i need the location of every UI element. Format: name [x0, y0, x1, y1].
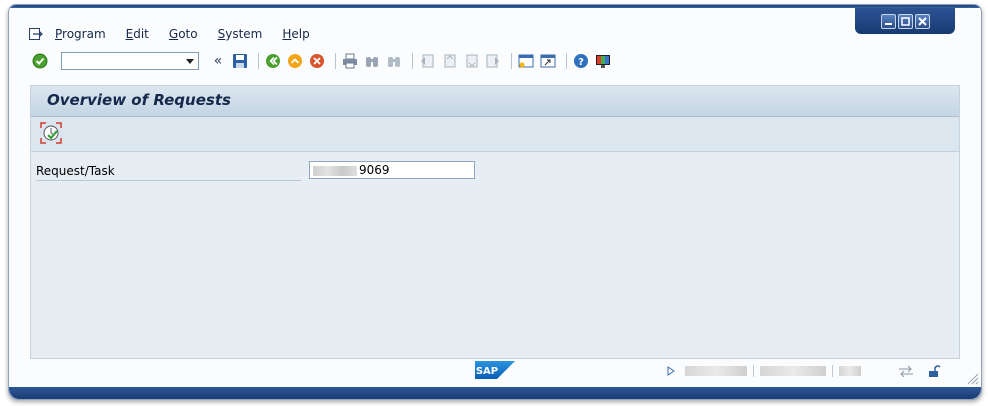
checkmark-icon — [32, 53, 48, 69]
menu-edit[interactable]: Edit — [126, 27, 149, 41]
sap-logo: SAP — [475, 361, 515, 379]
save-icon — [233, 54, 247, 68]
insert-mode-icon[interactable] — [897, 365, 915, 377]
unlock-icon[interactable] — [927, 364, 941, 378]
last-page-icon — [486, 54, 499, 68]
toolbar-separator — [566, 53, 567, 69]
svg-text:SAP: SAP — [476, 366, 498, 377]
next-page-icon — [466, 54, 478, 68]
new-window-icon — [518, 54, 534, 68]
help-icon: ? — [574, 54, 588, 68]
window-top-border — [9, 5, 981, 8]
close-icon — [917, 16, 927, 26]
exit-button[interactable] — [286, 52, 304, 70]
first-page-button[interactable] — [418, 52, 436, 70]
execute-icon — [40, 122, 62, 144]
back-icon — [266, 54, 280, 68]
window-controls — [855, 8, 955, 34]
svg-text:?: ? — [578, 57, 584, 68]
window-bottom-border — [9, 387, 981, 399]
menu-help[interactable]: Help — [282, 27, 309, 41]
sap-gui-window: Program Edit Goto System Help « ? Overvi… — [8, 4, 982, 400]
status-separator — [753, 365, 754, 377]
menu-system[interactable]: System — [218, 27, 263, 41]
toolbar-separator — [258, 53, 259, 69]
title-bar: Overview of Requests — [31, 86, 959, 117]
save-button[interactable] — [231, 52, 249, 70]
create-session-button[interactable] — [517, 52, 535, 70]
resize-grip-icon[interactable] — [965, 371, 979, 385]
binoculars-plus-icon — [388, 57, 400, 67]
menu-bar: Program Edit Goto System Help — [29, 23, 330, 45]
request-task-label: Request/Task — [36, 162, 301, 181]
next-page-button[interactable] — [462, 52, 480, 70]
find-next-button[interactable] — [385, 52, 403, 70]
shortcut-icon — [540, 54, 556, 68]
toolbar-separator — [412, 53, 413, 69]
menu-goto[interactable]: Goto — [169, 27, 198, 41]
print-icon — [343, 53, 357, 69]
request-task-value: 9069 — [359, 163, 390, 177]
toolbar-separator — [511, 53, 512, 69]
menu-toggle-icon[interactable] — [29, 28, 43, 40]
back-button[interactable] — [264, 52, 282, 70]
page-title: Overview of Requests — [47, 91, 231, 109]
redacted-text — [313, 165, 357, 176]
request-task-row: Request/Task 9069 — [36, 161, 476, 181]
binoculars-icon — [366, 57, 378, 67]
minimize-button[interactable] — [880, 13, 896, 29]
exit-icon — [288, 54, 302, 68]
command-field[interactable] — [61, 52, 199, 70]
status-expand-icon[interactable] — [667, 366, 675, 376]
maximize-icon — [900, 16, 910, 26]
execute-button[interactable] — [40, 122, 62, 144]
status-info — [667, 364, 941, 378]
redacted-system-info — [685, 366, 747, 376]
shortcut-button[interactable] — [539, 52, 557, 70]
print-button[interactable] — [341, 52, 359, 70]
maximize-button[interactable] — [897, 13, 913, 29]
cancel-icon — [310, 54, 324, 68]
cancel-button[interactable] — [308, 52, 326, 70]
history-button[interactable]: « — [209, 52, 227, 70]
application-toolbar — [31, 117, 959, 152]
command-input[interactable] — [62, 53, 186, 69]
previous-page-button[interactable] — [440, 52, 458, 70]
customize-layout-button[interactable] — [594, 52, 612, 70]
enter-button[interactable] — [31, 52, 49, 70]
request-task-field[interactable]: 9069 — [309, 161, 475, 179]
chevron-down-icon[interactable] — [186, 59, 194, 64]
minimize-icon — [884, 22, 892, 25]
screen-area: Overview of Requests Request/Task 9069 — [30, 85, 960, 359]
previous-page-icon — [444, 54, 456, 68]
standard-toolbar: « ? — [31, 49, 616, 73]
toolbar-separator — [335, 53, 336, 69]
close-button[interactable] — [914, 13, 930, 29]
menu-program[interactable]: Program — [55, 27, 106, 41]
find-button[interactable] — [363, 52, 381, 70]
last-page-button[interactable] — [484, 52, 502, 70]
monitor-icon — [596, 55, 610, 68]
status-bar: SAP — [30, 358, 960, 382]
first-page-icon — [421, 54, 434, 68]
status-separator — [832, 365, 833, 377]
redacted-server-info — [760, 366, 826, 376]
redacted-mode-info — [839, 366, 861, 376]
help-button[interactable]: ? — [572, 52, 590, 70]
